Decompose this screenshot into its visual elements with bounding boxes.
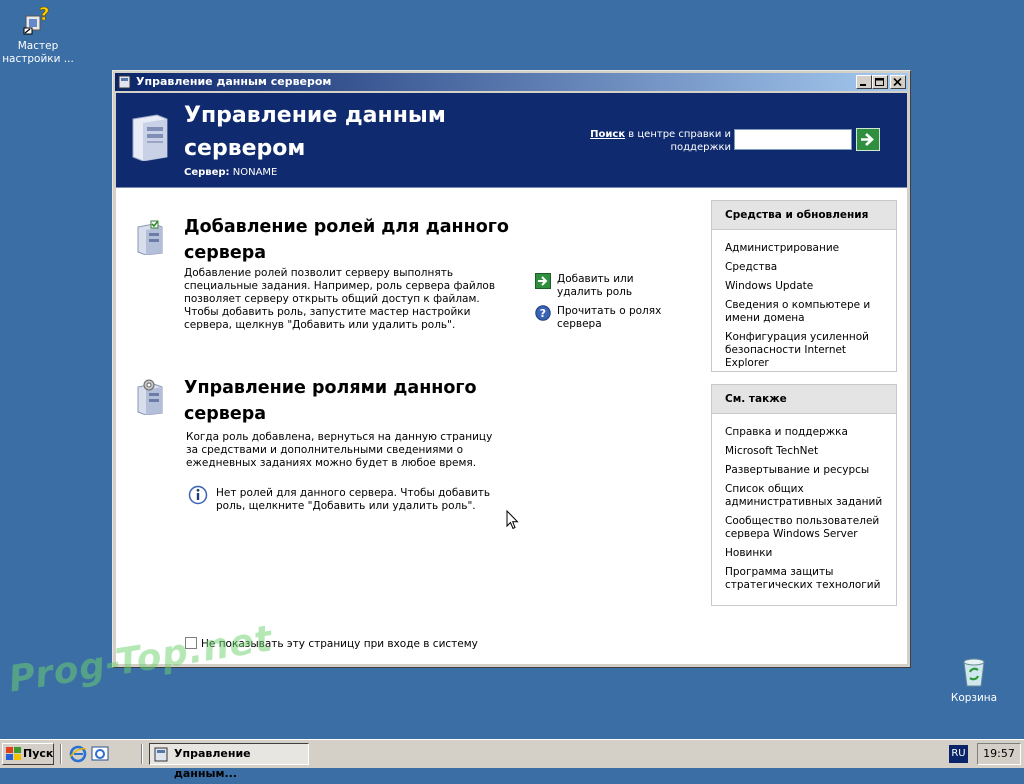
window-content: Управление данным сервером Сервер: NONAM… xyxy=(116,93,907,664)
close-button[interactable] xyxy=(890,75,906,89)
panel-link[interactable]: Сведения о компьютере и имени домена xyxy=(725,299,890,325)
desktop-icon-recycle-bin[interactable]: Корзина xyxy=(934,656,1014,705)
manage-roles-icon xyxy=(137,379,163,415)
panel-link[interactable]: Новинки xyxy=(725,547,890,560)
maximize-button[interactable] xyxy=(872,75,888,89)
recycle-bin-icon xyxy=(963,658,985,687)
read-about-roles-label: Прочитать о ролях сервера xyxy=(557,305,662,330)
panel-link[interactable]: Сообщество пользователей сервера Windows… xyxy=(725,515,890,541)
panel-link[interactable]: Администрирование xyxy=(725,242,890,255)
taskbar: Пуск Управление данным... RU 19:57 xyxy=(0,739,1024,780)
see-also-panel-title: См. также xyxy=(712,385,896,414)
search-label-bold: Поиск xyxy=(590,129,626,140)
server-icon xyxy=(118,75,131,89)
server-name: NONAME xyxy=(232,167,278,178)
tools-updates-panel: Средства и обновления Администрирование … xyxy=(711,200,897,372)
desktop-icon-label: Мастер настройки ... xyxy=(2,40,74,65)
info-icon xyxy=(188,485,208,505)
search-label: Поиск в центре справки и поддержки xyxy=(586,128,731,154)
panel-link[interactable]: Средства xyxy=(725,261,890,274)
search-input[interactable] xyxy=(734,129,852,150)
wizard-icon: ? xyxy=(23,4,50,35)
manage-roles-title: Управление ролями данного сервера xyxy=(184,378,477,424)
add-remove-role-label: Добавить или удалить роль xyxy=(557,273,634,298)
panel-link[interactable]: Windows Update xyxy=(725,280,890,293)
close-icon xyxy=(893,78,902,87)
server-label: Сервер: xyxy=(184,167,230,178)
server-tower-icon xyxy=(132,114,168,161)
taskbar-separator xyxy=(60,744,62,764)
add-role-icon xyxy=(137,220,163,255)
desktop-icon-config-wizard[interactable]: ? Мастер настройки ... xyxy=(0,4,78,66)
manage-roles-description: Когда роль добавлена, вернуться на данну… xyxy=(186,431,493,469)
clock: 19:57 xyxy=(977,743,1021,765)
page-header: Управление данным сервером Сервер: NONAM… xyxy=(116,93,907,188)
window-title-bar[interactable]: Управление данным сервером xyxy=(115,73,908,91)
manage-server-window: Управление данным сервером Управление да… xyxy=(112,70,911,668)
arrow-right-icon xyxy=(535,273,551,289)
page-title: Управление данным сервером xyxy=(184,103,446,161)
see-also-panel: См. также Справка и поддержка Microsoft … xyxy=(711,384,897,606)
panel-link[interactable]: Программа защиты стратегических технолог… xyxy=(725,566,890,592)
add-remove-role-link[interactable]: Добавить или удалить роль xyxy=(535,273,675,299)
add-roles-title: Добавление ролей для данного сервера xyxy=(184,217,509,263)
language-indicator[interactable]: RU xyxy=(949,745,968,763)
add-roles-description: Добавление ролей позволит серверу выполн… xyxy=(184,267,496,331)
search-label-rest: в центре справки и поддержки xyxy=(628,129,731,153)
window-title: Управление данным сервером xyxy=(136,75,332,88)
panel-link[interactable]: Справка и поддержка xyxy=(725,426,890,439)
search-go-button[interactable] xyxy=(856,128,880,151)
tools-panel-title: Средства и обновления xyxy=(712,201,896,230)
start-label: Пуск xyxy=(23,747,54,760)
svg-text:?: ? xyxy=(540,307,546,320)
server-icon xyxy=(154,747,168,762)
taskbar-separator xyxy=(141,744,143,764)
read-about-roles-link[interactable]: ? Прочитать о ролях сервера xyxy=(535,305,675,331)
panel-link[interactable]: Microsoft TechNet xyxy=(725,445,890,458)
panel-link[interactable]: Развертывание и ресурсы xyxy=(725,464,890,477)
no-roles-info: Нет ролей для данного сервера. Чтобы доб… xyxy=(216,487,491,512)
panel-link[interactable]: Список общих административных заданий xyxy=(725,483,890,509)
svg-text:?: ? xyxy=(39,4,49,25)
desktop-icon-label: Корзина xyxy=(950,692,998,704)
minimize-button[interactable] xyxy=(856,75,872,89)
help-question-icon: ? xyxy=(535,305,551,321)
server-name-line: Сервер: NONAME xyxy=(184,167,277,178)
show-desktop-icon[interactable] xyxy=(91,745,109,763)
panel-link[interactable]: Конфигурация усиленной безопасности Inte… xyxy=(725,331,890,370)
mouse-cursor-icon xyxy=(506,510,519,530)
taskbar-window-label: Управление данным... xyxy=(174,747,251,780)
internet-explorer-icon[interactable] xyxy=(69,745,87,763)
start-button[interactable]: Пуск xyxy=(2,743,54,765)
windows-logo-icon xyxy=(6,747,21,760)
maximize-icon xyxy=(875,78,884,86)
taskbar-window-button[interactable]: Управление данным... xyxy=(149,743,309,780)
minimize-icon xyxy=(860,84,866,86)
